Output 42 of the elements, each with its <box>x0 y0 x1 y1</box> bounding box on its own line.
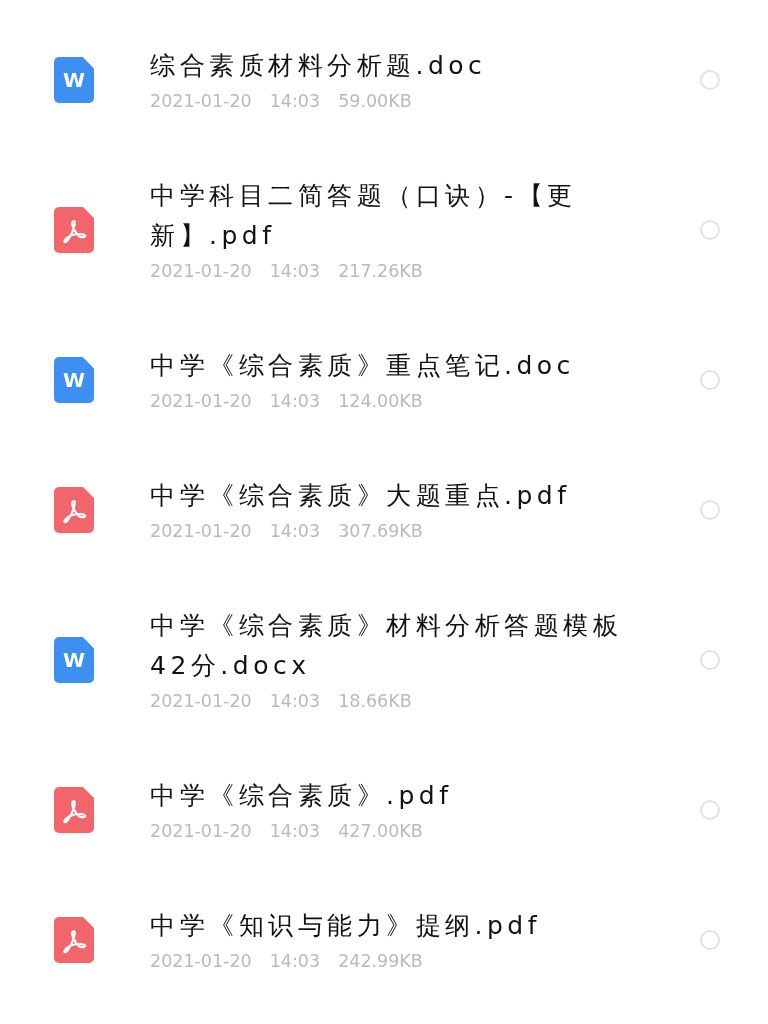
select-radio[interactable] <box>700 800 720 820</box>
file-name[interactable]: 综合素质材料分析题.doc <box>150 46 630 86</box>
file-date: 2021-01-20 <box>150 90 252 113</box>
file-size: 18.66KB <box>338 690 412 713</box>
file-name[interactable]: 中学《综合素质》材料分析答题模板42分.docx <box>150 606 630 686</box>
file-name[interactable]: 中学《综合素质》重点笔记.doc <box>150 346 630 386</box>
select-radio[interactable] <box>700 370 720 390</box>
select-radio[interactable] <box>700 650 720 670</box>
pdf-file-icon <box>54 207 94 253</box>
select-radio[interactable] <box>700 220 720 240</box>
file-size: 427.00KB <box>338 820 423 843</box>
select-radio[interactable] <box>700 70 720 90</box>
file-time: 14:03 <box>269 520 321 543</box>
pdf-file-icon <box>54 487 94 533</box>
file-time: 14:03 <box>269 390 321 413</box>
file-size: 124.00KB <box>338 390 423 413</box>
file-name[interactable]: 中学《综合素质》大题重点.pdf <box>150 476 630 516</box>
file-time: 14:03 <box>269 820 321 843</box>
select-radio[interactable] <box>700 500 720 520</box>
file-date: 2021-01-20 <box>150 820 252 843</box>
word-file-icon: W <box>54 637 94 683</box>
file-size: 217.26KB <box>338 260 423 283</box>
pdf-file-icon <box>54 917 94 963</box>
select-radio[interactable] <box>700 930 720 950</box>
file-size: 307.69KB <box>338 520 423 543</box>
file-size: 59.00KB <box>338 90 412 113</box>
file-time: 14:03 <box>269 690 321 713</box>
file-date: 2021-01-20 <box>150 390 252 413</box>
file-date: 2021-01-20 <box>150 260 252 283</box>
file-date: 2021-01-20 <box>150 520 252 543</box>
file-name[interactable]: 中学《综合素质》.pdf <box>150 776 630 816</box>
word-file-icon: W <box>54 357 94 403</box>
file-time: 14:03 <box>269 260 321 283</box>
file-date: 2021-01-20 <box>150 950 252 973</box>
pdf-file-icon <box>54 787 94 833</box>
word-file-icon: W <box>54 57 94 103</box>
file-name[interactable]: 中学《知识与能力》提纲.pdf <box>150 906 630 946</box>
file-date: 2021-01-20 <box>150 690 252 713</box>
file-size: 242.99KB <box>338 950 423 973</box>
file-time: 14:03 <box>269 950 321 973</box>
file-name[interactable]: 中学科目二简答题（口诀）-【更新】.pdf <box>150 176 630 256</box>
file-time: 14:03 <box>269 90 321 113</box>
